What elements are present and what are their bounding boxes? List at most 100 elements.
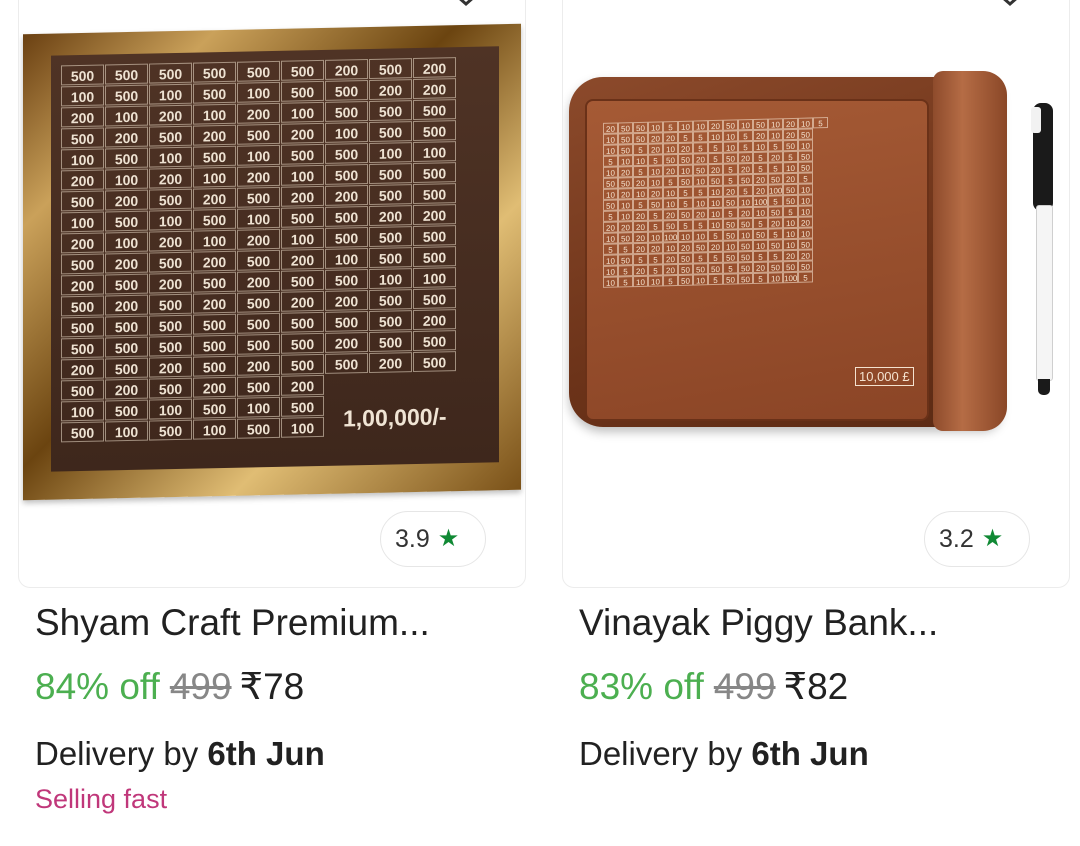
grid-cell: 500 <box>105 210 148 232</box>
grid-cell: 500 <box>369 100 412 121</box>
original-price: 499 <box>713 666 776 707</box>
grid-cell: 500 <box>61 64 104 86</box>
grid-cell: 200 <box>61 106 104 128</box>
grid-cell: 500 <box>193 208 236 230</box>
grid-cell: 20 <box>753 261 768 273</box>
grid-cell: 20 <box>798 249 813 261</box>
delivery-label: Delivery by <box>35 735 199 772</box>
product-card-shyam-craft[interactable]: 500 500 500 500 500 500 200 500 200 100 500 100 500 1… <box>18 0 526 846</box>
grid-cell: 500 <box>325 226 368 248</box>
grid-cell: 10 <box>753 140 768 152</box>
grid-cell: 50 <box>723 273 738 285</box>
grid-cell: 20 <box>633 242 648 255</box>
grid-cell: 500 <box>237 417 280 439</box>
grid-cell: 10 <box>648 176 663 188</box>
grid-cell: 5 <box>753 217 768 229</box>
grid-cell: 100 <box>237 396 280 418</box>
grid-cell: 10 <box>678 164 693 176</box>
product-card-vinayak-piggy-bank[interactable]: 20 50 50 10 5 10 10 20 50 10 50 10 20 10 5 10 50 50 20 20 5 5… <box>562 0 1070 846</box>
grid-cell: 10 <box>708 218 723 231</box>
wishlist-heart-icon[interactable] <box>446 0 486 14</box>
grid-cell: 500 <box>281 395 324 417</box>
grid-cell: 20 <box>663 164 678 177</box>
grid-cell: 5 <box>648 220 663 232</box>
grid-cell: 5 <box>693 252 708 264</box>
grid-cell: 50 <box>783 260 798 273</box>
grid-cell: 50 <box>798 161 813 173</box>
grid-cell: 500 <box>369 226 412 247</box>
grid-cell: 5 <box>648 154 663 166</box>
grid-cell: 50 <box>648 198 663 210</box>
grid-cell: 500 <box>149 419 192 441</box>
grid-cell: 100 <box>237 144 280 166</box>
grid-cell: 100 <box>149 83 192 105</box>
grid-cell: 500 <box>281 59 324 81</box>
product-title[interactable]: Shyam Craft Premium... <box>35 602 430 644</box>
grid-cell: 500 <box>325 310 368 332</box>
grid-cell: 100 <box>237 81 280 103</box>
grid-cell: 5 <box>738 185 753 197</box>
grid-cell: 20 <box>603 122 618 134</box>
product-image-frame[interactable]: 20 50 50 10 5 10 10 20 50 10 50 10 20 10 5 10 50 50 20 20 5 5… <box>562 0 1070 588</box>
grid-cell: 200 <box>61 169 104 191</box>
grid-cell: 200 <box>237 228 280 250</box>
grid-cell: 500 <box>149 251 192 273</box>
grid-cell: 5 <box>633 198 648 211</box>
wishlist-heart-icon[interactable] <box>990 0 1030 14</box>
grid-cell: 5 <box>723 163 738 175</box>
grid-cell: 50 <box>738 240 753 252</box>
grid-cell: 200 <box>237 270 280 292</box>
product-title[interactable]: Vinayak Piggy Bank... <box>579 602 938 644</box>
grid-cell: 100 <box>369 268 412 289</box>
grid-cell: 200 <box>193 250 236 272</box>
grid-cell: 50 <box>663 153 678 166</box>
grid-cell: 10 <box>693 230 708 242</box>
grid-cell: 50 <box>678 175 693 187</box>
grid-cell: 50 <box>633 132 648 145</box>
grid-cell: 500 <box>105 357 148 379</box>
grid-cell: 200 <box>149 104 192 126</box>
grid-cell: 100 <box>325 247 368 269</box>
grid-cell: 10 <box>693 175 708 187</box>
grid-cell: 5 <box>723 262 738 274</box>
grid-cell: 50 <box>753 228 768 240</box>
grid-cell: 500 <box>413 99 456 121</box>
grid-cell: 5 <box>603 210 618 222</box>
grid-cell: 10 <box>738 119 753 131</box>
savings-challenge-grid: 20 50 50 10 5 10 10 20 50 10 50 10 20 10 5 10 50 50 20 20 5 5… <box>603 115 903 288</box>
grid-cell: 100 <box>281 416 324 438</box>
grid-cell: 5 <box>768 195 783 207</box>
grid-cell: 500 <box>193 82 236 104</box>
grid-cell: 500 <box>193 334 236 356</box>
grid-cell: 20 <box>708 119 723 132</box>
grid-cell: 100 <box>193 166 236 188</box>
grid-cell: 10 <box>603 276 618 288</box>
grid-cell: 200 <box>61 358 104 380</box>
grid-cell: 500 <box>237 333 280 355</box>
grid-cell: 100 <box>149 209 192 231</box>
grid-cell: 20 <box>738 207 753 219</box>
grid-cell: 500 <box>325 163 368 185</box>
grid-cell: 50 <box>678 263 693 275</box>
product-image-frame[interactable]: 500 500 500 500 500 500 200 500 200 100 500 100 500 1… <box>18 0 526 588</box>
grid-cell: 500 <box>413 225 456 247</box>
grid-cell: 500 <box>281 143 324 165</box>
grid-cell: 5 <box>603 243 618 255</box>
selling-price: ₹78 <box>239 666 305 707</box>
grid-cell: 50 <box>738 273 753 285</box>
grid-cell: 500 <box>237 186 280 208</box>
grid-cell: 10 <box>768 129 783 141</box>
grid-cell: 200 <box>61 274 104 296</box>
grid-cell: 500 <box>105 63 148 85</box>
grid-cell: 20 <box>753 129 768 141</box>
grid-cell: 20 <box>663 131 678 144</box>
grid-cell: 50 <box>618 177 633 189</box>
grid-cell: 100 <box>105 420 148 442</box>
grid-cell: 10 <box>708 130 723 143</box>
grid-cell: 5 <box>633 143 648 156</box>
grid-cell: 5 <box>618 243 633 255</box>
grid-cell: 20 <box>768 217 783 229</box>
grid-cell: 100 <box>237 207 280 229</box>
grid-cell: 100 <box>61 211 104 233</box>
grid-cell: 500 <box>413 330 456 352</box>
